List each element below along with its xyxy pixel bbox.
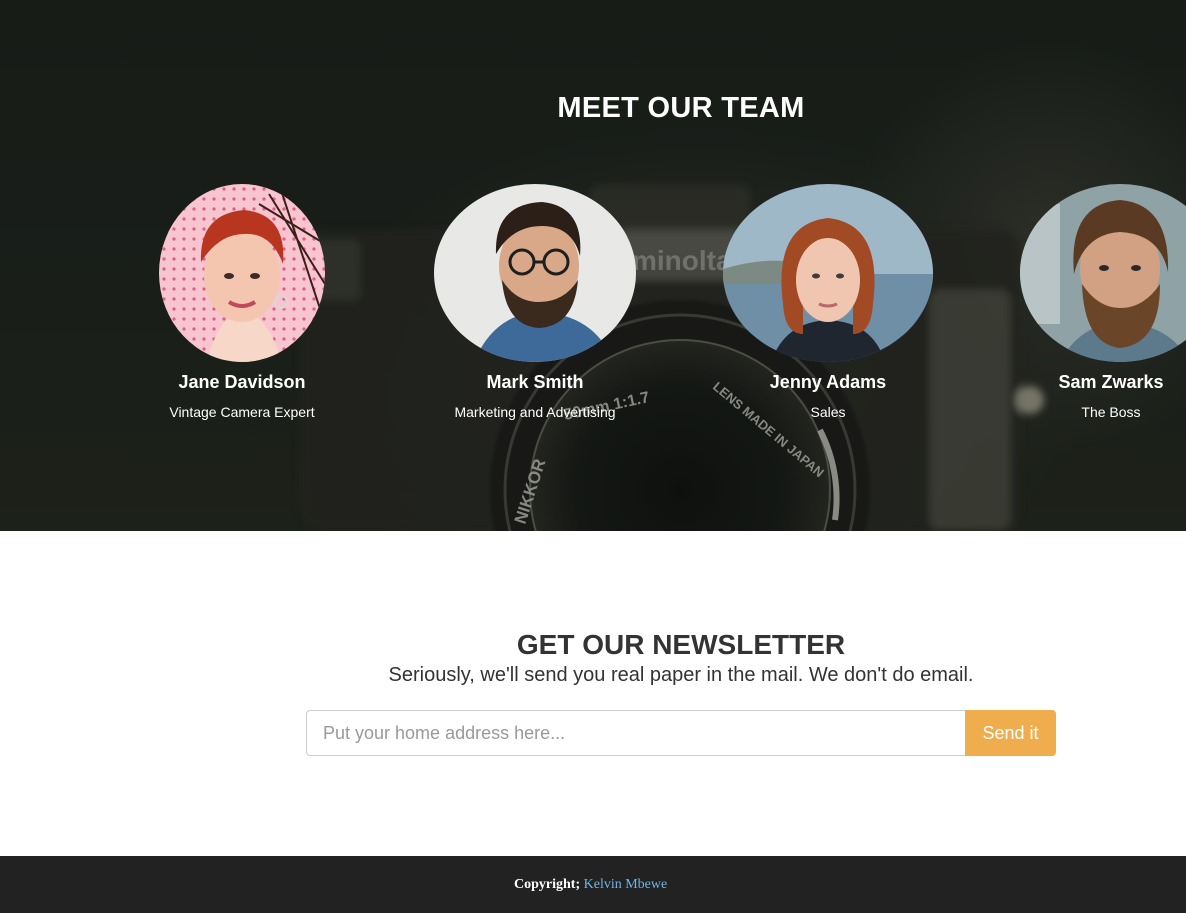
footer-copyright: Copyright; Kelvin Mbewe xyxy=(514,856,667,913)
team-section: 50mm 1:1.7 LENS MADE IN JAPAN NIKKOR min… xyxy=(0,0,1186,531)
team-title: MEET OUR TEAM xyxy=(557,92,805,124)
member-role: The Boss xyxy=(1081,404,1141,420)
team-member-card: Mark Smith Marketing and Advertising xyxy=(425,184,645,420)
mark-smith-photo xyxy=(434,184,636,362)
newsletter-subtitle: Seriously, we'll send you real paper in … xyxy=(388,664,974,686)
send-it-button[interactable]: Send it xyxy=(965,710,1056,756)
newsletter-section: GET OUR NEWSLETTER Seriously, we'll send… xyxy=(0,531,1186,856)
member-role: Sales xyxy=(810,404,846,420)
footer: Copyright; Kelvin Mbewe xyxy=(0,856,1186,913)
home-address-input[interactable] xyxy=(306,710,965,756)
team-member-card: Sam Zwarks The Boss xyxy=(1010,184,1186,420)
member-name: Sam Zwarks xyxy=(1058,372,1164,392)
team-member-card: Jane Davidson Vintage Camera Expert xyxy=(142,184,342,420)
avatar xyxy=(1020,184,1186,362)
newsletter-form: Send it xyxy=(306,710,1056,756)
copyright-label: Copyright; xyxy=(514,877,581,892)
team-member-card: Jenny Adams Sales xyxy=(718,184,938,420)
jane-davidson-photo xyxy=(159,184,325,362)
member-role: Vintage Camera Expert xyxy=(169,404,315,420)
author-link[interactable]: Kelvin Mbewe xyxy=(584,877,668,892)
member-name: Jane Davidson xyxy=(178,372,306,392)
avatar xyxy=(723,184,933,362)
member-name: Mark Smith xyxy=(486,372,584,392)
avatar xyxy=(434,184,636,362)
sam-zwarks-photo xyxy=(1020,184,1186,362)
newsletter-title: GET OUR NEWSLETTER xyxy=(516,629,846,660)
jenny-adams-photo xyxy=(723,184,933,362)
avatar xyxy=(159,184,325,362)
member-name: Jenny Adams xyxy=(769,372,887,392)
member-role: Marketing and Advertising xyxy=(454,404,616,420)
